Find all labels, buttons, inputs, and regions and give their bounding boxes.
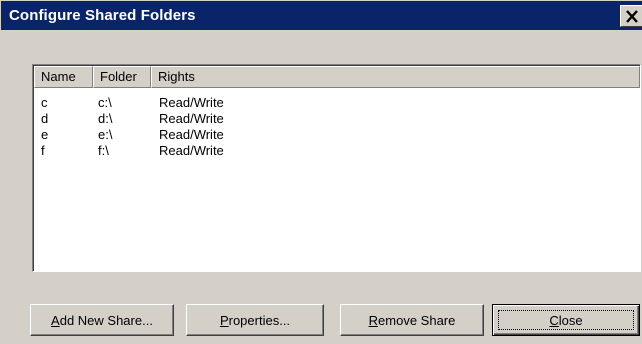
share-rights: Read/Write bbox=[159, 111, 224, 126]
properties-label: Properties... bbox=[219, 312, 291, 328]
share-rights: Read/Write bbox=[159, 143, 224, 158]
title-bar[interactable]: Configure Shared Folders bbox=[0, 0, 642, 30]
list-item[interactable]: f f:\ Read/Write bbox=[34, 143, 640, 159]
close-button[interactable]: Close bbox=[492, 304, 640, 336]
column-header-name[interactable]: Name bbox=[34, 66, 93, 88]
share-rights: Read/Write bbox=[159, 127, 224, 142]
remove-share-label: Remove Share bbox=[368, 312, 456, 328]
close-window-button[interactable] bbox=[620, 5, 642, 27]
list-item[interactable]: c c:\ Read/Write bbox=[34, 95, 640, 111]
list-header: Name Folder Rights bbox=[34, 66, 640, 88]
share-name: d bbox=[41, 111, 49, 126]
add-new-share-label: Add New Share... bbox=[51, 312, 153, 328]
close-label: Close bbox=[549, 312, 583, 328]
share-folder: e:\ bbox=[98, 127, 113, 142]
share-name: e bbox=[41, 127, 49, 142]
list-item[interactable]: d d:\ Read/Write bbox=[34, 111, 640, 127]
window-title: Configure Shared Folders bbox=[9, 7, 196, 24]
share-name: c bbox=[41, 95, 48, 110]
close-icon bbox=[626, 9, 638, 23]
share-folder: c:\ bbox=[98, 95, 112, 110]
list-item[interactable]: e e:\ Read/Write bbox=[34, 127, 640, 143]
properties-button[interactable]: Properties... bbox=[186, 304, 324, 336]
column-header-rights[interactable]: Rights bbox=[151, 66, 640, 88]
share-name: f bbox=[41, 143, 45, 158]
column-header-folder[interactable]: Folder bbox=[93, 66, 151, 88]
shares-list-view[interactable]: Name Folder Rights c c:\ Read/Write d d:… bbox=[32, 64, 641, 272]
share-folder: d:\ bbox=[98, 111, 113, 126]
share-folder: f:\ bbox=[98, 143, 109, 158]
remove-share-button[interactable]: Remove Share bbox=[340, 304, 484, 336]
list-rows: c c:\ Read/Write d d:\ Read/Write e e:\ … bbox=[34, 95, 640, 159]
share-rights: Read/Write bbox=[159, 95, 224, 110]
add-new-share-button[interactable]: Add New Share... bbox=[30, 304, 174, 336]
configure-shared-folders-dialog: Configure Shared Folders Name Folder Rig… bbox=[0, 0, 642, 344]
